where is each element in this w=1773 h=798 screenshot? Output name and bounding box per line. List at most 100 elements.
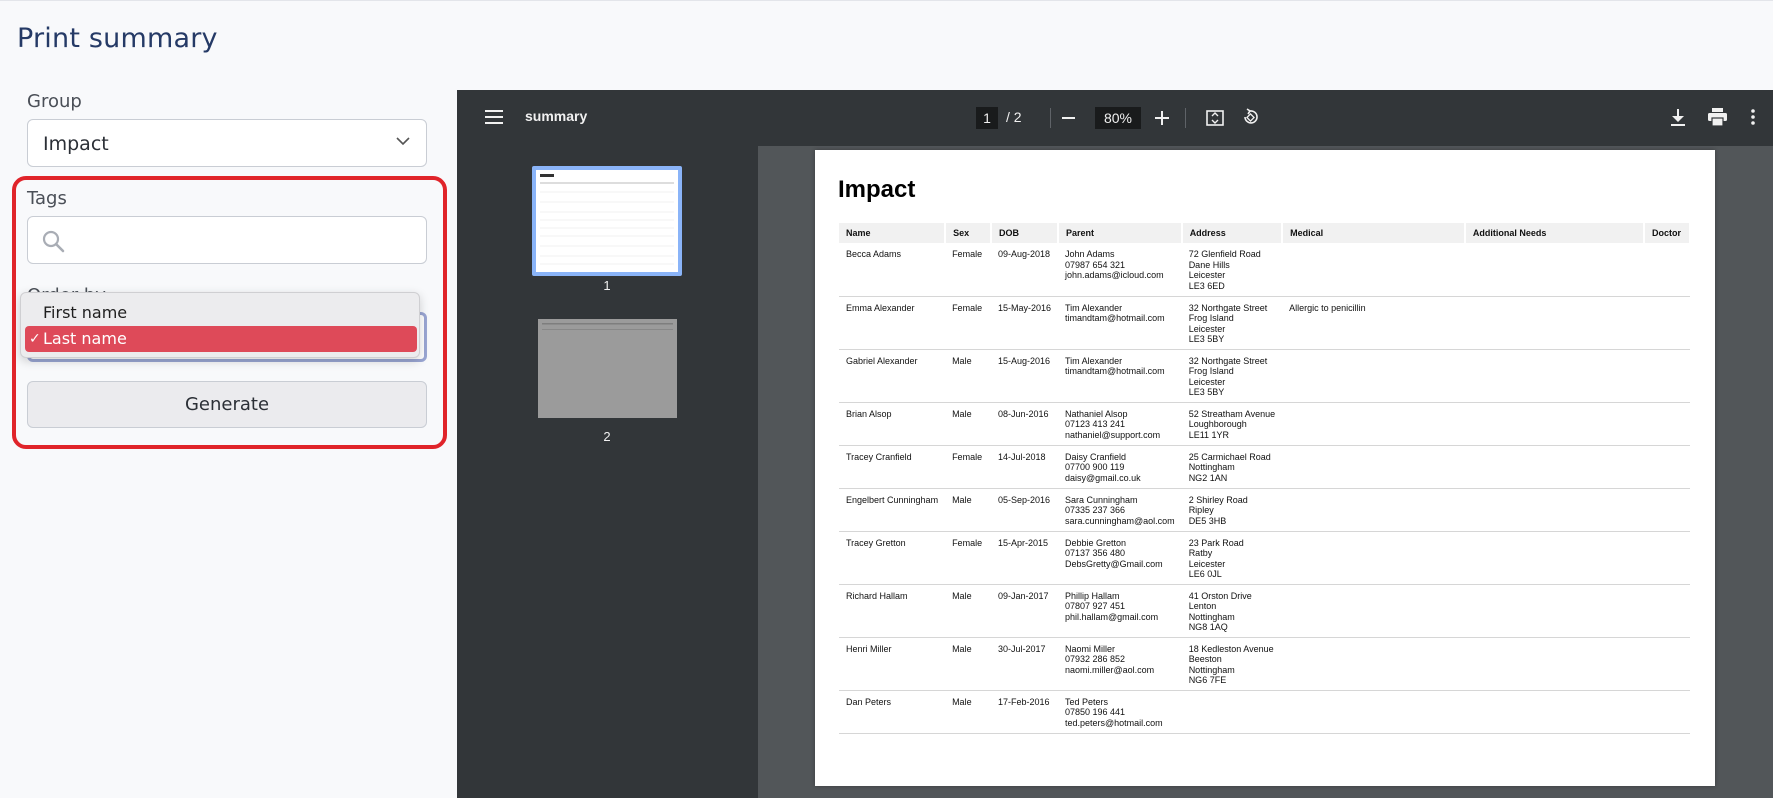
cell-doctor [1644, 637, 1690, 691]
pdf-viewer: summary 1 / 2 80% 1 2 Impact Name Sex DO… [457, 90, 1773, 798]
cell-doctor [1644, 690, 1690, 734]
column-header: Address [1181, 223, 1284, 243]
pdf-page: Impact Name Sex DOB Parent Address Medic… [815, 150, 1715, 786]
cell-parent: Nathaniel Alsop 07123 413 241 nathaniel@su… [1057, 402, 1182, 446]
cell-dob: 09-Jan-2017 [990, 584, 1058, 638]
document-name: summary [525, 108, 588, 124]
column-header: Name [839, 223, 947, 243]
cell-medical [1282, 531, 1465, 585]
highlight-box [12, 176, 447, 449]
table-row: Brian Alsop Male 08-Jun-2016 Nathaniel Also… [839, 402, 1690, 446]
cell-address: 25 Carmichael Road Nottingham NG2 1AN [1181, 445, 1283, 489]
zoom-input[interactable]: 80% [1095, 107, 1141, 129]
cell-additional-needs [1464, 637, 1645, 691]
column-header: Parent [1057, 223, 1183, 243]
table-row: Engelbert Cunningham Male 05-Sep-2016 Sara … [839, 488, 1690, 532]
cell-doctor [1644, 349, 1690, 403]
column-header: DOB [990, 223, 1059, 243]
cell-additional-needs [1464, 243, 1645, 297]
cell-dob: 09-Aug-2018 [990, 243, 1058, 297]
cell-additional-needs [1464, 349, 1645, 403]
cell-medical [1282, 445, 1465, 489]
cell-dob: 15-Apr-2015 [990, 531, 1058, 585]
cell-doctor [1644, 296, 1690, 350]
cell-address: 72 Glenfield Road Dane Hills Leicester LE3 … [1181, 243, 1283, 297]
cell-sex: Male [945, 402, 991, 446]
cell-sex: Male [945, 690, 991, 734]
cell-name: Henri Miller [839, 637, 946, 691]
cell-address: 18 Kedleston Avenue Beeston Nottingham NG6 … [1181, 637, 1283, 691]
divider [1050, 108, 1051, 128]
cell-medical [1282, 584, 1465, 638]
summary-table: Name Sex DOB Parent Address Medical Addi… [839, 223, 1691, 734]
thumbnail-preview [540, 174, 674, 265]
column-header: Sex [945, 223, 992, 243]
cell-parent: Naomi Miller 07932 286 852 naomi.miller@ao… [1057, 637, 1182, 691]
column-header: Doctor [1644, 223, 1691, 243]
table-row: Tracey Cranfield Female 14-Jul-2018 Daisy C… [839, 445, 1690, 489]
thumbnail-pane: 1 2 [457, 146, 758, 798]
cell-dob: 30-Jul-2017 [990, 637, 1058, 691]
cell-dob: 14-Jul-2018 [990, 445, 1058, 489]
group-select[interactable]: Impact [27, 119, 427, 167]
thumbnail-label-2: 2 [603, 429, 611, 444]
cell-sex: Male [945, 488, 991, 532]
page-number-input[interactable]: 1 [976, 107, 998, 129]
cell-doctor [1644, 243, 1690, 297]
cell-sex: Female [945, 243, 991, 297]
zoom-in-icon[interactable] [1155, 111, 1169, 125]
page-title: Print summary [17, 23, 218, 54]
thumbnail-label-1: 1 [603, 278, 611, 293]
page-thumbnail-2[interactable] [538, 319, 677, 418]
page-total: / 2 [1006, 109, 1022, 125]
rotate-icon[interactable] [1241, 108, 1260, 127]
cell-parent: Debbie Gretton 07137 356 480 DebsGretty@Gm… [1057, 531, 1182, 585]
menu-icon[interactable] [485, 110, 503, 124]
table-header-row: Name Sex DOB Parent Address Medical Addi… [839, 223, 1691, 243]
cell-address: 32 Northgate Street Frog Island Leicester L… [1181, 296, 1283, 350]
chevron-down-icon [396, 137, 410, 146]
cell-doctor [1644, 584, 1690, 638]
cell-name: Tracey Gretton [839, 531, 946, 585]
print-icon[interactable] [1708, 108, 1727, 126]
cell-name: Richard Hallam [839, 584, 946, 638]
cell-sex: Female [945, 445, 991, 489]
cell-name: Dan Peters [839, 690, 946, 734]
fit-page-icon[interactable] [1206, 109, 1224, 127]
cell-doctor [1644, 488, 1690, 532]
cell-address: 41 Orston Drive Lenton Nottingham NG8 1AQ [1181, 584, 1283, 638]
zoom-out-icon[interactable] [1062, 117, 1075, 119]
table-row: Henri Miller Male 30-Jul-2017 Naomi Miller 0… [839, 637, 1690, 691]
table-row: Dan Peters Male 17-Feb-2016 Ted Peters 07850… [839, 690, 1690, 734]
cell-dob: 05-Sep-2016 [990, 488, 1058, 532]
cell-doctor [1644, 531, 1690, 585]
cell-parent: Sara Cunningham 07335 237 366 sara.cunning… [1057, 488, 1182, 532]
cell-dob: 08-Jun-2016 [990, 402, 1058, 446]
cell-parent: Tim Alexander timandtam@hotmail.com [1057, 349, 1182, 403]
download-icon[interactable] [1670, 109, 1686, 126]
cell-sex: Female [945, 296, 991, 350]
cell-dob: 17-Feb-2016 [990, 690, 1058, 734]
cell-address: 52 Streatham Avenue Loughborough LE11 1YR [1181, 402, 1283, 446]
cell-parent: Ted Peters 07850 196 441 ted.peters@hotmai… [1057, 690, 1182, 734]
cell-name: Brian Alsop [839, 402, 946, 446]
cell-medical: Allergic to penicillin [1282, 296, 1465, 350]
table-row: Emma Alexander Female 15-May-2016 Tim Alexa… [839, 296, 1690, 350]
cell-medical [1282, 243, 1465, 297]
cell-additional-needs [1464, 445, 1645, 489]
cell-medical [1282, 637, 1465, 691]
cell-parent: Tim Alexander timandtam@hotmail.com [1057, 296, 1182, 350]
column-header: Additional Needs [1464, 223, 1646, 243]
group-select-value: Impact [43, 133, 109, 155]
table-row: Tracey Gretton Female 15-Apr-2015 Debbie Gr… [839, 531, 1690, 585]
cell-dob: 15-May-2016 [990, 296, 1058, 350]
more-icon[interactable] [1751, 109, 1755, 125]
cell-parent: Daisy Cranfield 07700 900 119 daisy@gmail.… [1057, 445, 1182, 489]
page-thumbnail-1[interactable] [532, 166, 682, 276]
table-row: Richard Hallam Male 09-Jan-2017 Phillip Hal… [839, 584, 1690, 638]
column-header: Medical [1282, 223, 1466, 243]
table-row: Becca Adams Female 09-Aug-2018 John Adams 07… [839, 243, 1690, 297]
cell-name: Emma Alexander [839, 296, 946, 350]
cell-dob: 15-Aug-2016 [990, 349, 1058, 403]
cell-sex: Male [945, 349, 991, 403]
